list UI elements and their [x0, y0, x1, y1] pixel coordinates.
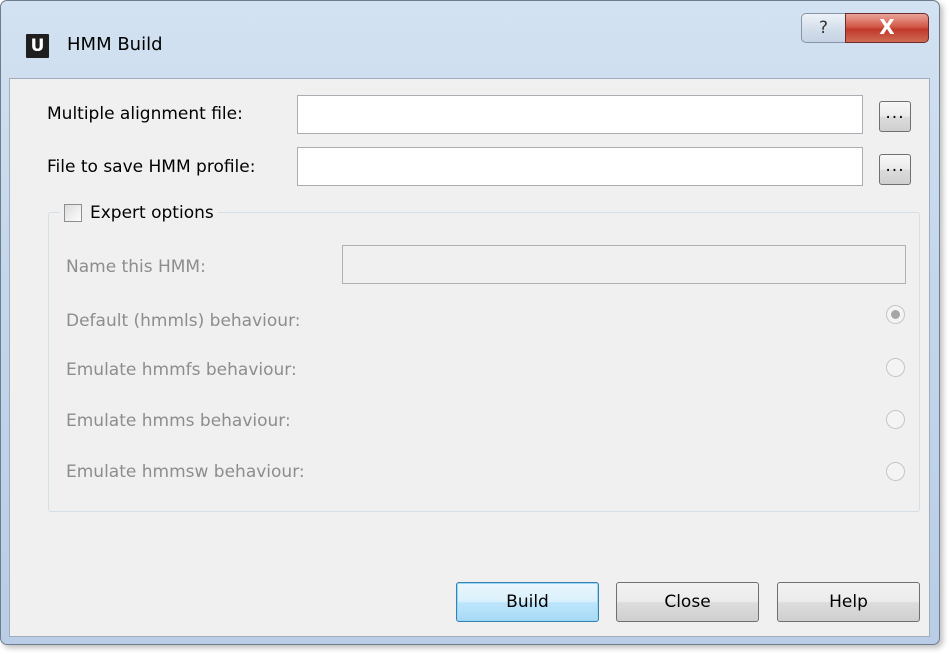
- expert-options-label: Expert options: [90, 203, 214, 223]
- title-bar[interactable]: U HMM Build ? X: [1, 1, 939, 79]
- hmms-behaviour-label: Emulate hmms behaviour:: [66, 411, 291, 431]
- alignment-file-label: Multiple alignment file:: [47, 104, 243, 124]
- expert-options-toggle[interactable]: Expert options: [60, 200, 218, 226]
- hmmsw-behaviour-label: Emulate hmmsw behaviour:: [66, 462, 305, 482]
- app-logo-icon: U: [26, 34, 49, 58]
- hmmsw-behaviour-radio[interactable]: [886, 462, 905, 481]
- expert-options-checkbox[interactable]: [64, 204, 82, 222]
- hmm-name-input[interactable]: [342, 245, 906, 284]
- hmmfs-behaviour-radio[interactable]: [886, 358, 905, 377]
- hmm-name-label: Name this HMM:: [66, 257, 206, 277]
- default-behaviour-label: Default (hmmls) behaviour:: [66, 311, 301, 331]
- alignment-browse-button[interactable]: ...: [879, 101, 911, 132]
- dialog-title: HMM Build: [67, 34, 163, 55]
- save-profile-label: File to save HMM profile:: [47, 157, 256, 177]
- build-button[interactable]: Build: [456, 582, 599, 622]
- help-caption-button[interactable]: ?: [801, 13, 845, 43]
- default-behaviour-radio[interactable]: [886, 305, 905, 324]
- hmms-behaviour-radio[interactable]: [886, 410, 905, 429]
- hmmfs-behaviour-label: Emulate hmmfs behaviour:: [66, 360, 297, 380]
- close-caption-button[interactable]: X: [845, 13, 929, 43]
- help-button[interactable]: Help: [777, 582, 920, 622]
- save-browse-button[interactable]: ...: [879, 154, 911, 185]
- save-profile-input[interactable]: [297, 147, 863, 186]
- alignment-file-input[interactable]: [297, 95, 863, 134]
- close-button[interactable]: Close: [616, 582, 759, 622]
